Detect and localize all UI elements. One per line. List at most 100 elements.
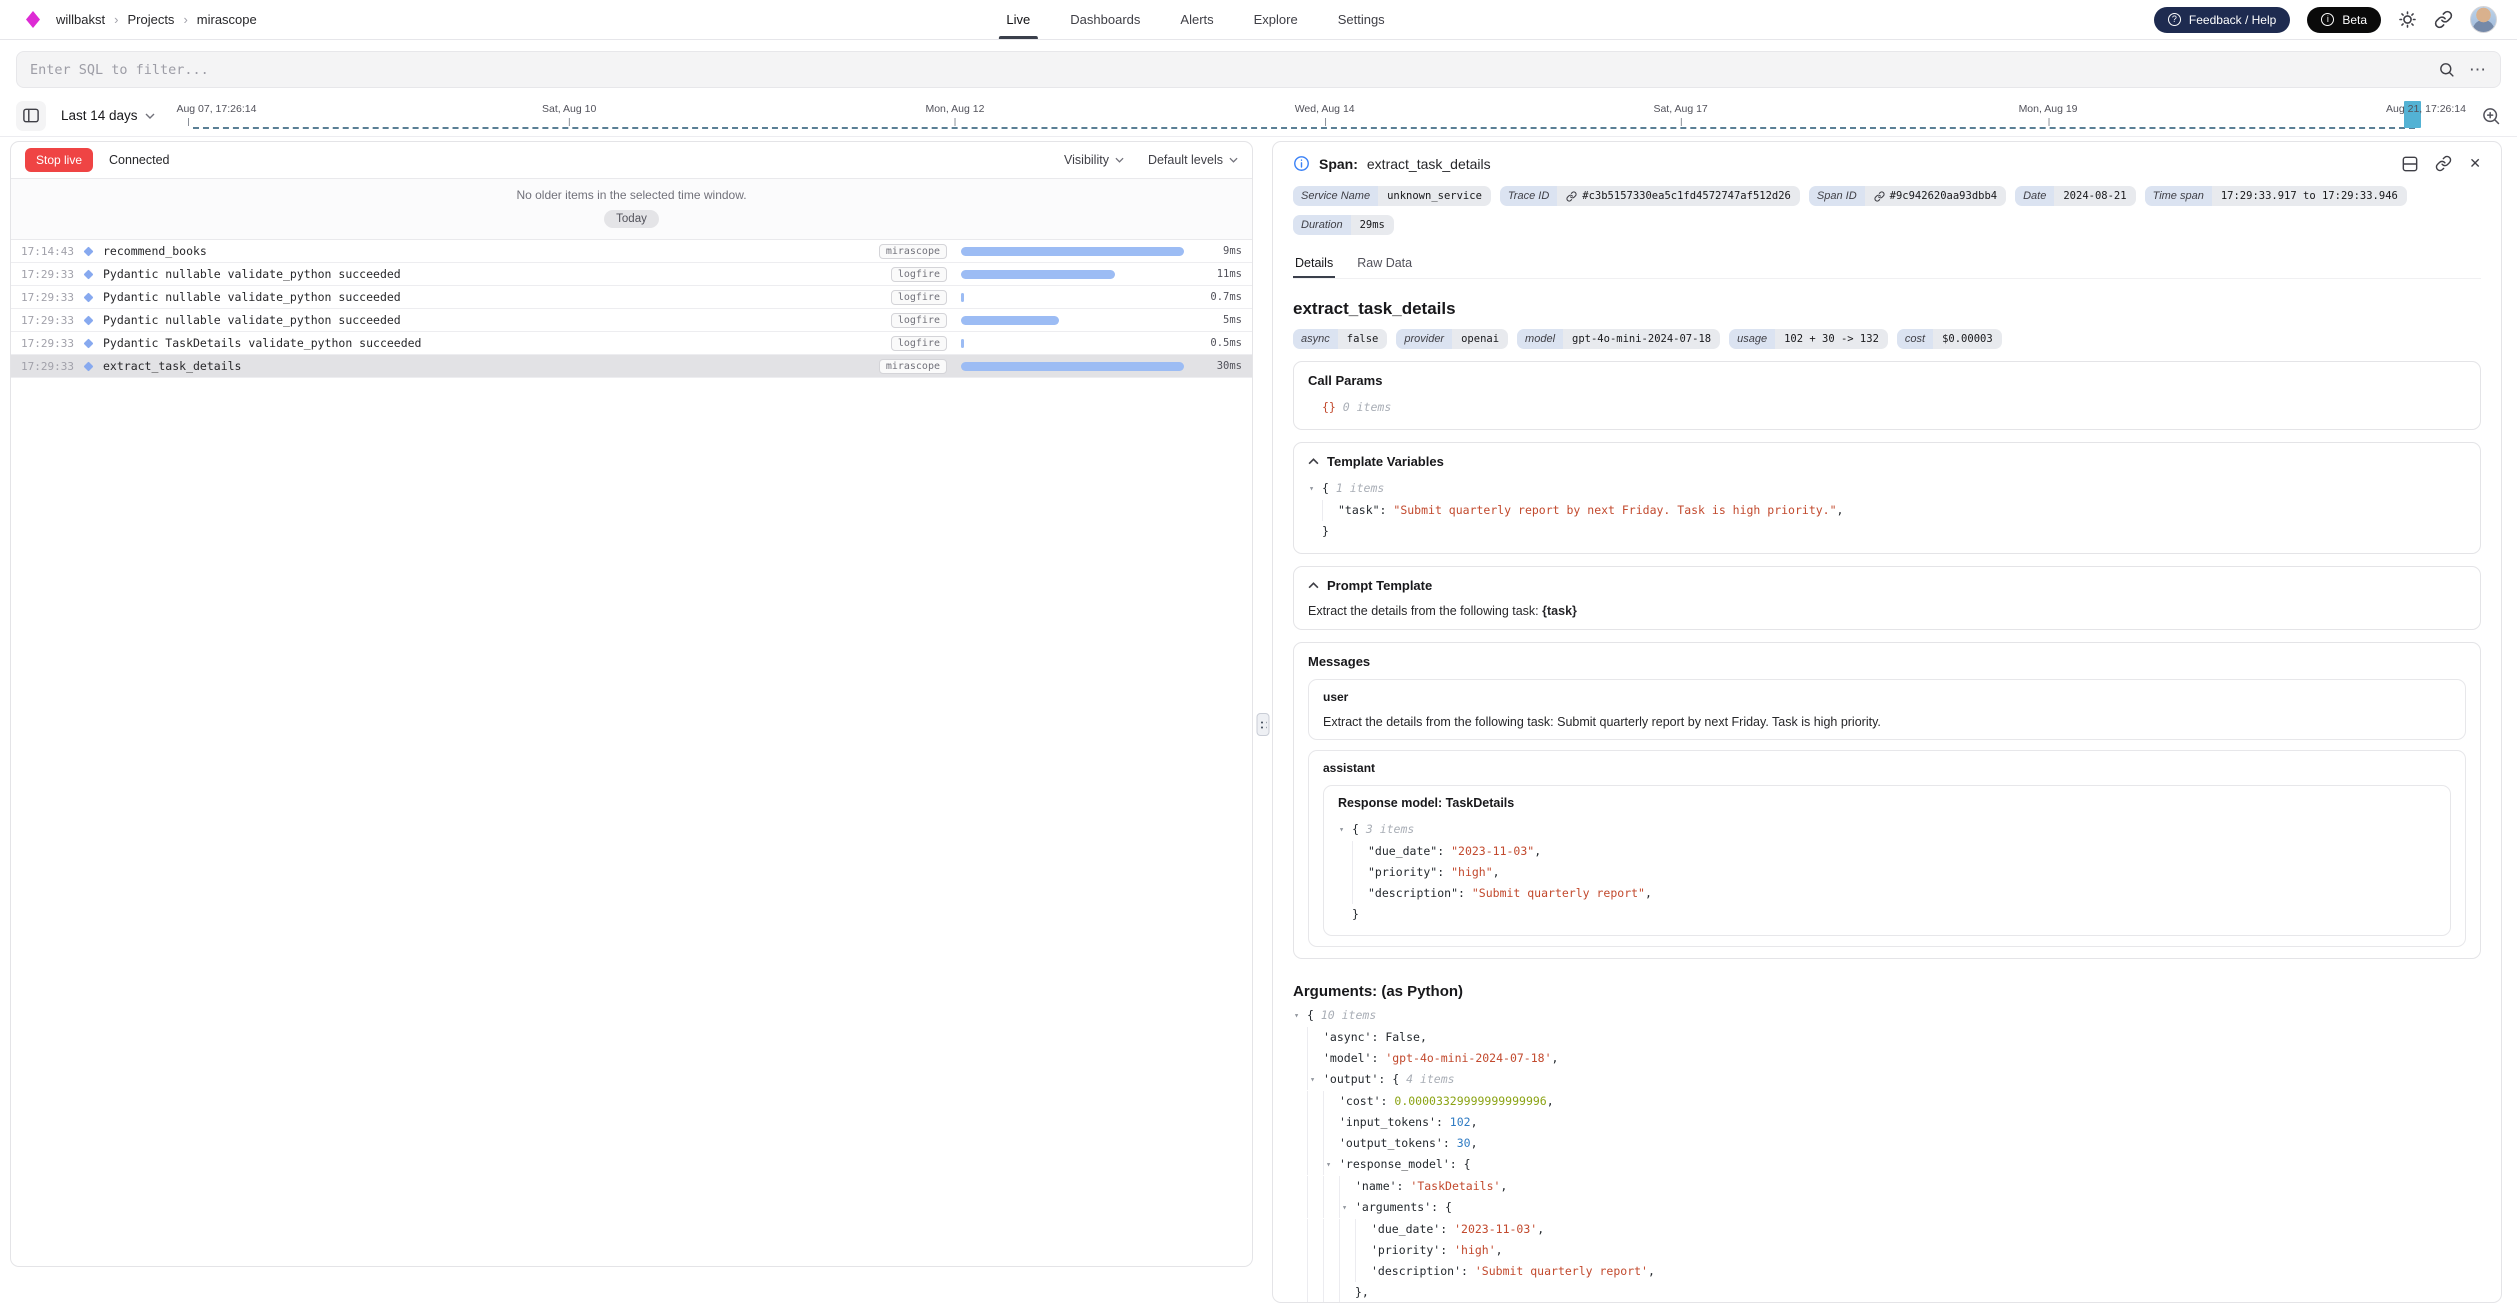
logfire-logo-icon[interactable] [26,11,40,28]
panel-resize-handle[interactable] [1256,713,1269,736]
duration-track [961,247,1184,256]
code-line: ▾{ 3 items [1352,819,2436,841]
split-view-icon[interactable] [2402,156,2418,172]
search-icon[interactable] [2438,61,2455,78]
code-line: 'due_date': '2023-11-03', [1307,1219,2481,1240]
code-line: "due_date": "2023-11-03", [1352,841,2436,862]
tab-live[interactable]: Live [1006,0,1030,39]
share-link-icon[interactable] [2434,10,2453,29]
badge-label: cost [1897,329,1933,349]
code-line: 'name': 'TaskDetails', [1307,1176,2481,1197]
sidebar-toggle-button[interactable] [16,101,46,131]
code-line: ▾{ 10 items [1307,1005,2481,1027]
visibility-label: Visibility [1064,153,1109,167]
log-row[interactable]: 17:29:33 Pydantic nullable validate_pyth… [11,263,1252,286]
span-id-badge: Span ID #9c942620aa93dbb4 [1809,186,2006,206]
timeline-label: Aug 21, 17:26:14 [2386,103,2466,115]
badge-value: 17:29:33.917 to 17:29:33.946 [2212,186,2407,206]
span-diamond-icon [84,246,94,256]
tab-raw-data[interactable]: Raw Data [1355,251,1414,278]
breadcrumb-org[interactable]: willbakst [56,12,105,27]
messages-card: Messages user Extract the details from t… [1293,642,2481,959]
duration-track [961,316,1184,325]
badge-value: gpt-4o-mini-2024-07-18 [1563,329,1720,349]
collapse-caret-icon[interactable]: ▾ [1294,1006,1307,1027]
log-row[interactable]: 17:29:33 Pydantic nullable validate_pyth… [11,286,1252,309]
close-icon[interactable]: ✕ [2469,155,2481,172]
zoom-in-icon[interactable] [2481,106,2501,126]
live-panel-header: Stop live Connected Visibility Default l… [11,142,1252,179]
feedback-help-button[interactable]: ? Feedback / Help [2154,7,2290,33]
panel-divider [1253,141,1272,1305]
prompt-template-text: Extract the details from the following t… [1308,604,2466,618]
log-row[interactable]: 17:14:43 recommend_books mirascope 9ms [11,240,1252,263]
breadcrumb-projects[interactable]: Projects [127,12,174,27]
beta-button[interactable]: i Beta [2307,7,2381,33]
badge-label: Trace ID [1500,186,1557,206]
theme-toggle-icon[interactable] [2398,10,2417,29]
collapse-caret-icon[interactable]: ▾ [1342,1198,1355,1219]
tab-explore[interactable]: Explore [1254,0,1298,39]
collapse-caret-icon[interactable]: ▾ [1309,479,1322,500]
stop-live-button[interactable]: Stop live [25,148,93,172]
badge-label: async [1293,329,1338,349]
span-detail-tabs: Details Raw Data [1293,251,2481,279]
cost-badge: cost $0.00003 [1897,329,2002,349]
main-nav-tabs: Live Dashboards Alerts Explore Settings [1006,0,1384,39]
span-attr-badges: async false provider openai model gpt-4o… [1293,329,2481,349]
scope-tag: logfire [891,313,947,328]
breadcrumb: willbakst › Projects › mirascope [56,12,257,27]
tab-dashboards[interactable]: Dashboards [1070,0,1140,39]
badge-value[interactable]: #c3b5157330ea5c1fd4572747af512d26 [1582,190,1791,202]
timeline-track[interactable]: Aug 07, 17:26:14 Sat, Aug 10 Mon, Aug 12… [170,95,2466,137]
visibility-dropdown[interactable]: Visibility [1064,153,1124,167]
link-icon[interactable] [1874,191,1885,202]
code-line: ▾'response_model': { [1307,1154,2481,1176]
log-row-selected[interactable]: 17:29:33 extract_task_details mirascope … [11,355,1252,378]
date-badge: Date 2024-08-21 [2015,186,2135,206]
span-detail-heading: extract_task_details [1293,299,2481,319]
code-line: 'description': 'Submit quarterly report'… [1307,1261,2481,1282]
more-options-icon[interactable]: ⋯ [2469,61,2487,78]
log-timestamp: 17:29:33 [21,291,81,304]
code-line: 'cost': 0.00003329999999999996, [1307,1091,2481,1112]
collapse-caret-icon[interactable]: ▾ [1339,820,1352,841]
feedback-help-label: Feedback / Help [2189,13,2276,27]
time-range-label: Last 14 days [61,108,138,123]
collapse-section-icon[interactable] [1308,458,1319,465]
log-row[interactable]: 17:29:33 Pydantic nullable validate_pyth… [11,309,1252,332]
service-name-badge: Service Name unknown_service [1293,186,1491,206]
default-levels-dropdown[interactable]: Default levels [1148,153,1238,167]
log-row[interactable]: 17:29:33 Pydantic TaskDetails validate_p… [11,332,1252,355]
timeline-bar: Last 14 days Aug 07, 17:26:14 Sat, Aug 1… [0,95,2517,137]
empty-window-notice: No older items in the selected time wind… [11,179,1252,240]
user-avatar[interactable] [2470,6,2497,33]
collapse-caret-icon[interactable]: ▾ [1310,1070,1323,1091]
time-range-dropdown[interactable]: Last 14 days [61,108,155,123]
usage-badge: usage 102 + 30 -> 132 [1729,329,1888,349]
log-timestamp: 17:29:33 [21,268,81,281]
empty-window-message: No older items in the selected time wind… [11,188,1252,202]
message-role: assistant [1323,761,2451,775]
duration-bar [961,247,1184,256]
tab-settings[interactable]: Settings [1338,0,1385,39]
timeline-label: Sat, Aug 17 [1653,103,1707,115]
collapse-caret-icon[interactable]: ▾ [1326,1155,1339,1176]
grip-dots-icon [1259,719,1266,731]
copy-link-icon[interactable] [2435,155,2452,172]
code-line: "priority": "high", [1352,862,2436,883]
breadcrumb-project[interactable]: mirascope [197,12,257,27]
link-icon[interactable] [1566,191,1577,202]
tab-alerts[interactable]: Alerts [1180,0,1213,39]
sql-filter-input[interactable] [30,62,2424,78]
code-line: 'output_tokens': 30, [1307,1133,2481,1154]
breadcrumb-separator-icon: › [183,12,187,27]
collapse-section-icon[interactable] [1308,582,1319,589]
span-diamond-icon [84,361,94,371]
template-variables-title: Template Variables [1327,454,1444,469]
tab-details[interactable]: Details [1293,251,1335,278]
assistant-message-card: assistant Response model: TaskDetails ▾{… [1308,750,2466,947]
call-params-code: {} 0 items [1308,397,2466,418]
badge-value[interactable]: #9c942620aa93dbb4 [1890,190,1997,202]
response-model-card: Response model: TaskDetails ▾{ 3 items"d… [1323,785,2451,936]
